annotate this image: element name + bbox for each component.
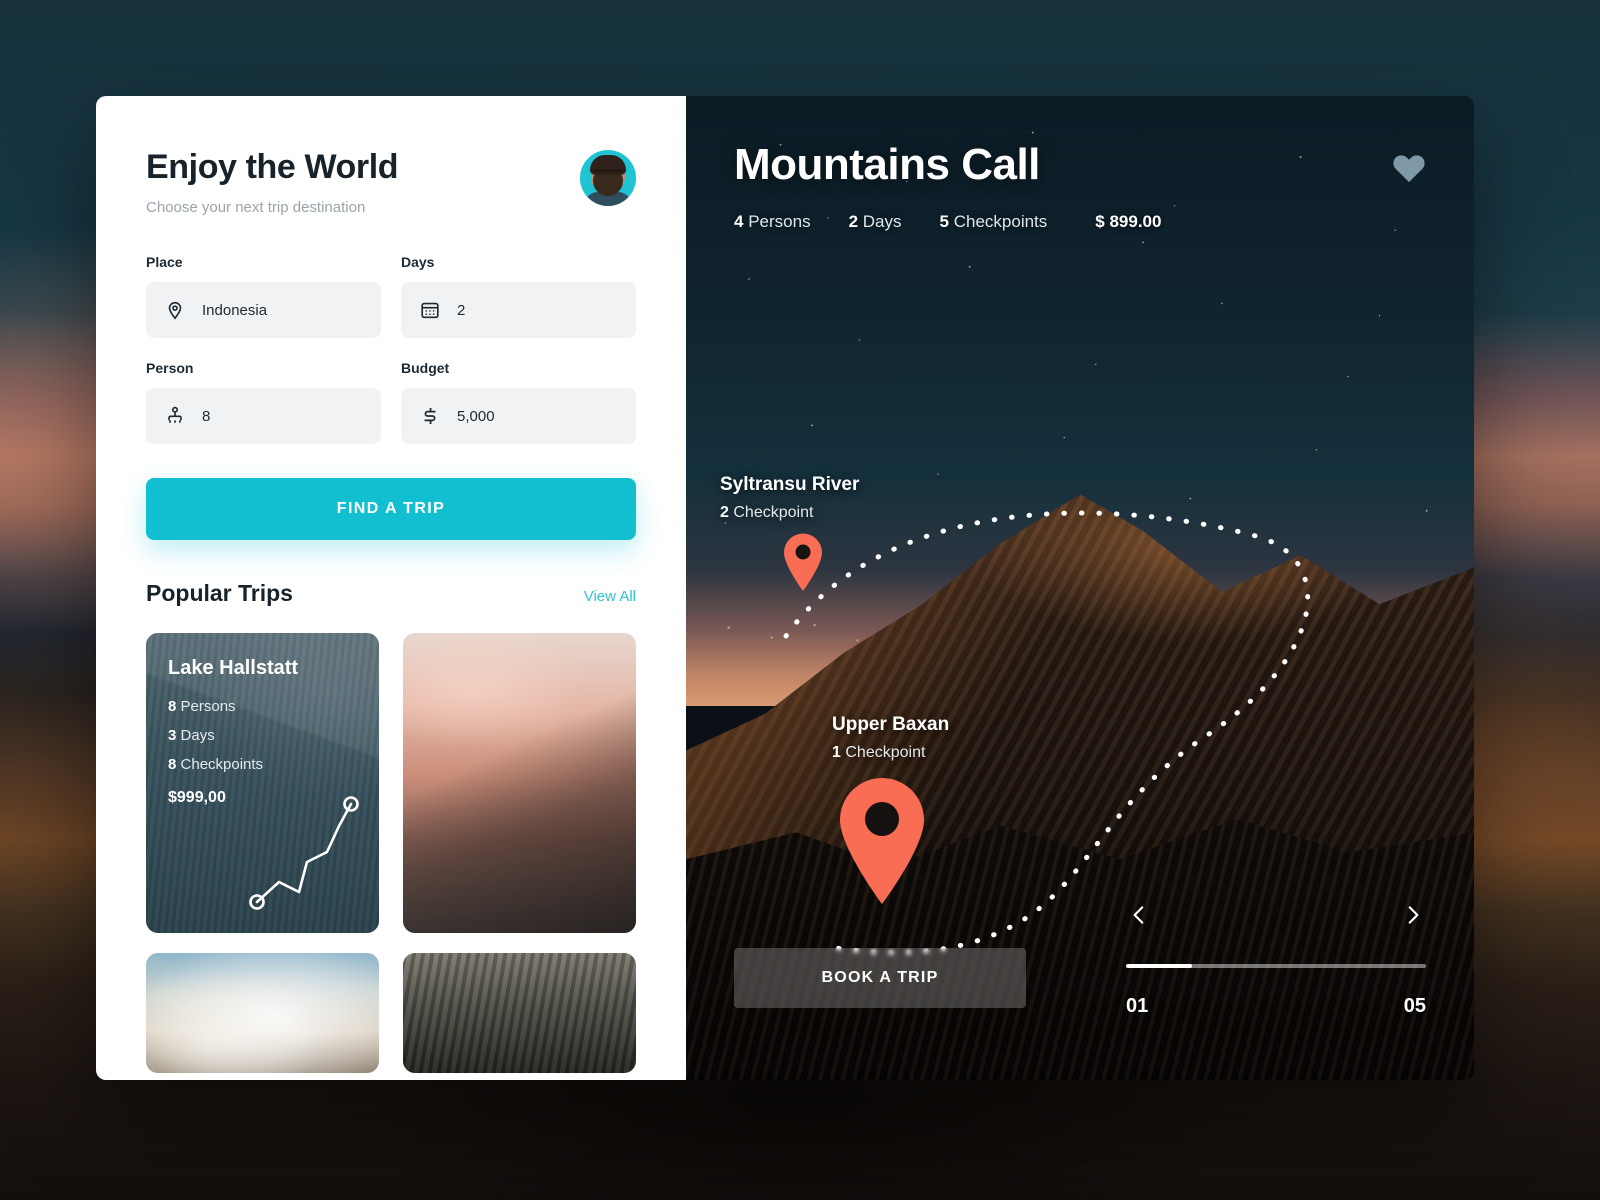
trip-meta-checkpoints: 5 Checkpoints (940, 212, 1048, 232)
avatar-glasses (593, 169, 623, 181)
marker-checkpoints: 2 Checkpoint (720, 504, 859, 522)
budget-input[interactable]: 5,000 (401, 388, 636, 444)
slider-progress-bar[interactable] (1126, 964, 1426, 968)
app-window: Enjoy the World Choose your next trip de… (96, 96, 1474, 1080)
trip-card-days: 3 Days (168, 727, 357, 744)
popular-trips-title: Popular Trips (146, 580, 293, 606)
place-input[interactable]: Indonesia (146, 282, 381, 338)
marker-name: Upper Baxan (832, 714, 950, 735)
page-title: Enjoy the World (146, 148, 399, 186)
person-icon (164, 405, 186, 427)
person-input[interactable]: 8 (146, 388, 381, 444)
trip-card-3[interactable] (146, 953, 379, 1073)
slider-nav (1126, 900, 1426, 930)
trip-meta-checkpoints-num: 5 (939, 212, 949, 231)
trip-meta-days: 2 Days (849, 212, 902, 232)
calendar-icon (419, 299, 441, 321)
app-screenshot: Enjoy the World Choose your next trip de… (0, 0, 1600, 1200)
view-all-link[interactable]: View All (584, 588, 636, 605)
trip-card-persons-num: 8 (168, 698, 177, 715)
budget-label: Budget (401, 360, 450, 376)
popular-trips-grid: Lake Hallstatt 8 Persons 3 Days 8 Checkp… (146, 633, 636, 1073)
trip-card-checkpoints-num: 8 (168, 756, 177, 773)
trip-meta-days-word: Days (862, 212, 902, 231)
person-label: Person (146, 360, 194, 376)
chevron-left-icon[interactable] (1126, 902, 1152, 928)
trip-meta-checkpoints-word: Checkpoints (953, 212, 1048, 231)
map-pin-icon (836, 776, 949, 906)
budget-value: 5,000 (457, 407, 495, 425)
page-subtitle: Choose your next trip destination (146, 199, 366, 216)
currency-icon (419, 405, 441, 427)
map-marker-upper-baxan[interactable]: Upper Baxan 1 Checkpoint (832, 714, 949, 906)
marker-unit: Checkpoint (733, 504, 814, 521)
slider-current-index: 01 (1126, 995, 1149, 1017)
panel-header: Enjoy the World Choose your next trip de… (146, 148, 636, 216)
days-label: Days (401, 254, 435, 270)
search-panel: Enjoy the World Choose your next trip de… (96, 96, 686, 1080)
trip-meta-persons: 4 Persons (734, 212, 811, 232)
trip-search-form: Place Indonesia Days 2 Person 8 Budget 5… (146, 254, 636, 540)
trip-route-line-icon (239, 770, 369, 925)
slider-pager: 01 05 (1126, 995, 1426, 1018)
marker-name: Syltransu River (720, 474, 860, 495)
chevron-right-icon[interactable] (1400, 902, 1426, 928)
place-label: Place (146, 254, 183, 270)
trip-card-lake-hallstatt[interactable]: Lake Hallstatt 8 Persons 3 Days 8 Checkp… (146, 633, 379, 933)
slider-progress-fill (1126, 964, 1192, 968)
trip-card-4[interactable] (403, 953, 636, 1073)
trip-title: Mountains Call (734, 140, 1040, 189)
trip-card-persons-word: Persons (180, 698, 236, 715)
marker-checkpoints: 1 Checkpoint (832, 744, 949, 762)
trip-card-days-num: 3 (168, 727, 177, 744)
trip-detail-panel: Mountains Call 4 Persons 2 Days 5 Checkp… (686, 96, 1474, 1080)
trip-meta-persons-word: Persons (748, 212, 811, 231)
slider-total-count: 05 (1403, 995, 1426, 1017)
avatar[interactable] (580, 150, 636, 206)
heart-icon[interactable] (1392, 152, 1426, 183)
book-a-trip-button[interactable]: BOOK A TRIP (734, 948, 1026, 1008)
map-pin-icon (782, 532, 859, 592)
days-value: 2 (457, 301, 466, 319)
popular-trips-header: Popular Trips View All (146, 580, 636, 607)
trip-header: Mountains Call 4 Persons 2 Days 5 Checkp… (734, 140, 1426, 232)
trip-card-name: Lake Hallstatt (168, 657, 299, 679)
days-input[interactable]: 2 (401, 282, 636, 338)
marker-count: 2 (720, 504, 729, 521)
person-value: 8 (202, 407, 211, 425)
trip-meta: 4 Persons 2 Days 5 Checkpoints $ 899.00 (734, 212, 1426, 232)
trip-card-persons: 8 Persons (168, 698, 357, 715)
marker-unit: Checkpoint (845, 744, 926, 761)
trip-meta-price: $ 899.00 (1095, 212, 1162, 231)
trip-card-2[interactable] (403, 633, 636, 933)
find-a-trip-button[interactable]: FIND A TRIP (146, 478, 636, 540)
map-marker-syltransu-river[interactable]: Syltransu River 2 Checkpoint (720, 474, 859, 592)
trip-meta-days-num: 2 (848, 212, 859, 231)
marker-count: 1 (832, 744, 841, 761)
trip-card-days-word: Days (180, 727, 215, 744)
trip-meta-persons-num: 4 (734, 212, 744, 231)
location-pin-icon (164, 299, 186, 321)
place-value: Indonesia (202, 301, 268, 319)
